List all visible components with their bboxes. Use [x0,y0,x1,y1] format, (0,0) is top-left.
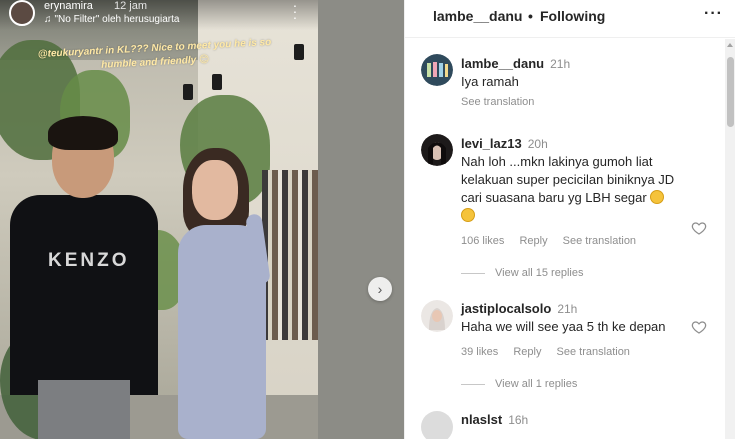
comment-text-line [461,207,686,225]
replies-divider-line [461,272,485,274]
story-username[interactable]: erynamira [44,0,93,12]
comment-text: Haha we will see yaa 5 th ke depan [461,319,666,334]
more-vertical-icon[interactable]: · · · [291,0,299,24]
comment-likes[interactable]: 39 likes [461,346,498,358]
view-replies-button[interactable]: View all 15 replies [461,267,583,279]
comment-username-text[interactable]: lambe__danu [461,56,544,71]
comment-username-text[interactable]: levi_laz13 [461,136,522,151]
photo-clothes-rack [262,170,318,340]
comment-text: Iya ramah [461,74,519,89]
like-heart-icon[interactable] [691,220,707,236]
photo-lamp [294,44,304,60]
comment-likes[interactable]: 106 likes [461,235,504,247]
comment-text-part: cari suasana baru yg LBH segar [461,190,647,205]
photo-person-man-hair [48,116,118,150]
post-media: KENZO @teukuryantr in KL??? Nice to meet… [0,0,404,439]
scroll-up-arrow-icon[interactable] [727,43,733,47]
photo-lamp [212,74,222,90]
avatar[interactable] [421,300,453,332]
photo-lamp [183,84,193,100]
scrollbar-thumb[interactable] [727,57,734,127]
comment-text-line: Nah loh ...mkn lakinya gumoh liat [461,154,653,169]
shirt-print-text: KENZO [48,250,130,271]
comment-username-text[interactable]: nlaslst [461,412,502,427]
avatar[interactable] [421,411,453,439]
comment-text: Nah loh ...mkn lakinya gumoh liat kelaku… [461,153,686,225]
view-replies-label[interactable]: View all 15 replies [495,267,583,279]
avatar-image [421,134,453,166]
avatar-image [421,54,453,86]
see-translation-link[interactable]: See translation [563,235,636,247]
replies-divider-line [461,383,485,385]
next-image-button[interactable]: › [368,277,392,301]
comment-text-line: kelakuan super pecicilan biniknya JD [461,172,675,187]
photo-person-man [10,195,158,395]
reply-button[interactable]: Reply [519,235,547,247]
story-avatar[interactable] [9,0,35,26]
photo-person-man-legs [38,380,130,439]
more-horizontal-icon[interactable]: ··· [704,5,723,23]
grimace-emoji-icon [650,190,665,204]
header-separator: • [528,8,533,24]
story-music[interactable]: ♫ "No Filter" oleh herusugiarta [44,14,179,25]
comment-meta: 39 likes Reply See translation [461,346,642,358]
photo-person-woman-head [192,160,238,220]
comment-time: 20h [527,137,548,151]
post-header: lambe__danu • Following ··· [405,0,735,38]
comment-time: 21h [557,302,578,316]
comment-username[interactable]: jastiplocalsolo 21h [461,301,577,316]
post-author-username[interactable]: lambe__danu [433,8,522,24]
comment-time: 21h [550,57,571,71]
comment-username[interactable]: levi_laz13 20h [461,136,548,151]
grimace-emoji-icon [461,208,475,222]
comment-username-text[interactable]: jastiplocalsolo [461,301,551,316]
see-translation-link[interactable]: See translation [557,346,630,358]
chevron-right-icon: › [377,281,383,297]
comments-panel: lambe__danu • Following ··· lambe__danu 2… [404,0,735,439]
avatar[interactable] [421,134,453,166]
comment-text-line: cari suasana baru yg LBH segar [461,189,686,207]
comment-time: 16h [508,413,529,427]
view-replies-label[interactable]: View all 1 replies [495,378,577,390]
comments-scrollbar[interactable] [725,39,735,439]
comment-meta: See translation [461,96,546,108]
story-music-label: "No Filter" oleh herusugiarta [54,14,180,25]
comment-list[interactable]: lambe__danu 21h Iya ramah See translation… [405,39,725,439]
see-translation-link[interactable]: See translation [461,96,534,108]
comment-username[interactable]: nlaslst 16h [461,412,528,427]
view-replies-button[interactable]: View all 1 replies [461,378,577,390]
post-photo[interactable]: KENZO @teukuryantr in KL??? Nice to meet… [0,0,318,439]
story-time: 12 jam [114,0,148,12]
avatar-image [421,300,453,332]
comment-username[interactable]: lambe__danu 21h [461,56,570,71]
avatar[interactable] [421,54,453,86]
reply-button[interactable]: Reply [513,346,541,358]
like-heart-icon[interactable] [691,319,707,335]
following-button[interactable]: Following [540,8,605,24]
story-header: erynamira 12 jam ♫ "No Filter" oleh herus… [0,0,318,30]
comment-meta: 106 likes Reply See translation [461,235,648,247]
music-note-icon: ♫ [44,14,52,25]
